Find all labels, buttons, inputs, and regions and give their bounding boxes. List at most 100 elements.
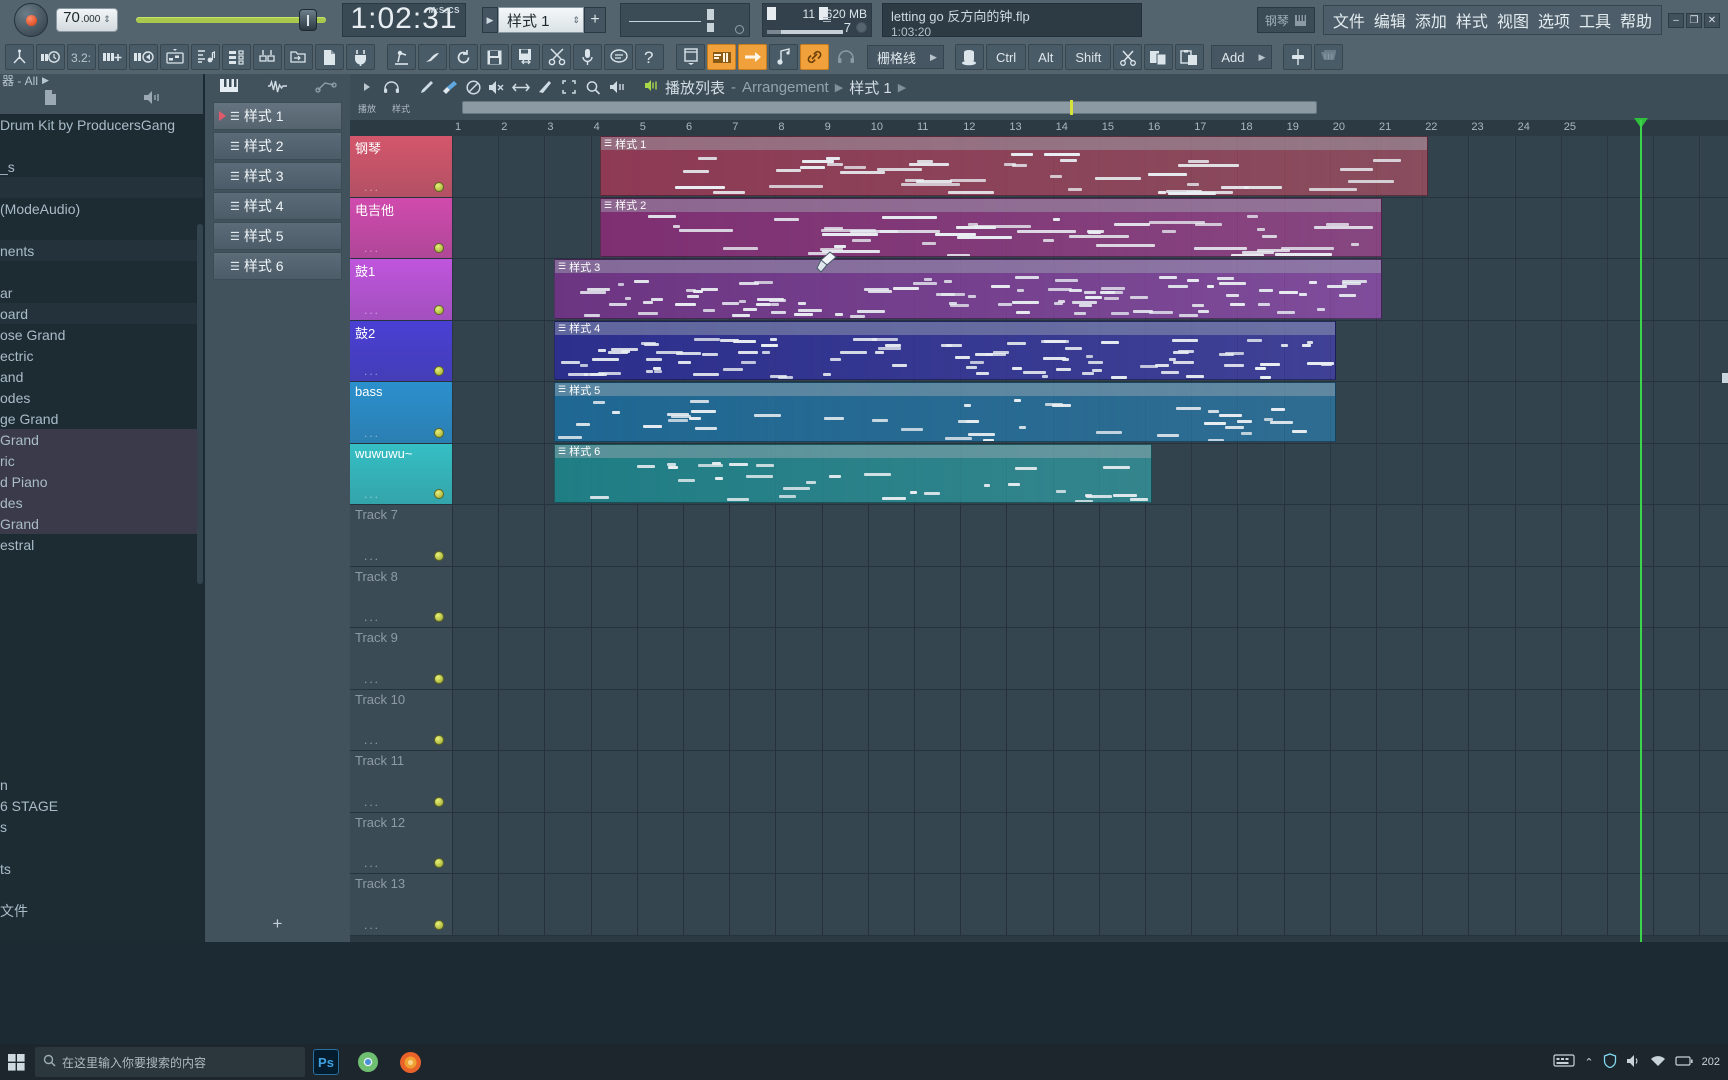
browser-item[interactable]: ric <box>0 450 203 471</box>
mute-tool-icon[interactable] <box>486 76 508 98</box>
window-icon[interactable] <box>676 44 705 70</box>
breadcrumb-arrangement[interactable]: Arrangement <box>742 79 829 96</box>
arrow-right-icon[interactable] <box>738 44 767 70</box>
clip-menu-icon[interactable]: ☰ <box>604 138 612 149</box>
maximize-button[interactable]: ❐ <box>1686 12 1702 28</box>
browser-item[interactable] <box>0 261 203 282</box>
pattern-item[interactable]: ☰ 样式 5 <box>213 222 342 250</box>
playlist-track[interactable]: Track 13... <box>350 874 1728 936</box>
trash-icon[interactable] <box>954 44 984 70</box>
track-enable-led[interactable] <box>434 919 444 930</box>
track-name[interactable]: bass <box>355 384 382 399</box>
browser-item[interactable]: nents <box>0 240 203 261</box>
browser-item[interactable]: des <box>0 492 203 513</box>
breadcrumb-pattern[interactable]: 样式 1 <box>849 77 892 98</box>
pitch-tool-icon[interactable] <box>5 44 34 70</box>
track-options-icon[interactable]: ... <box>364 856 380 870</box>
clip-menu-icon[interactable]: ☰ <box>558 323 566 334</box>
track-options-icon[interactable]: ... <box>364 733 380 747</box>
browser-item[interactable]: n <box>0 774 203 795</box>
breadcrumb-root[interactable]: 播放列表 <box>665 77 725 98</box>
playlist-track[interactable]: 鼓1... ☰ 样式 3 <box>350 259 1728 321</box>
playlist-track[interactable]: Track 10... <box>350 689 1728 751</box>
browser-item[interactable]: estral <box>0 534 203 555</box>
right-edge-handle[interactable] <box>1722 373 1728 383</box>
track-lane[interactable] <box>452 874 1728 936</box>
add-pattern-row[interactable]: + <box>205 914 350 934</box>
taskbar-app-photoshop[interactable]: Ps <box>305 1044 347 1080</box>
wait-input-icon[interactable] <box>129 44 158 70</box>
shop-icon[interactable] <box>1314 44 1344 70</box>
track-name[interactable]: Track 9 <box>355 630 398 645</box>
track-options-icon[interactable]: ... <box>364 672 380 686</box>
browser-item[interactable] <box>0 177 203 198</box>
menu-item-help[interactable]: 帮助 <box>1620 8 1652 32</box>
track-lane[interactable] <box>452 689 1728 751</box>
add-menu-button[interactable]: Add ▶ <box>1211 45 1273 69</box>
track-enable-led[interactable] <box>434 427 444 438</box>
track-lane[interactable]: ☰ 样式 3 <box>452 259 1728 321</box>
track-options-icon[interactable]: ... <box>364 303 380 317</box>
tempo-field[interactable]: 70 .000 ⇕ <box>56 8 118 32</box>
playlist-track[interactable]: Track 7... <box>350 505 1728 567</box>
track-enable-led[interactable] <box>434 673 444 684</box>
time-display[interactable]: 1:02:31 M:S:CS <box>342 2 466 37</box>
pattern-item[interactable]: ☰ 样式 2 <box>213 132 342 160</box>
playlist-menu-icon[interactable] <box>356 76 378 98</box>
pattern-list[interactable]: ☰ 样式 1 ☰ 样式 2 ☰ 样式 3 ☰ 样式 4 ☰ 样式 5 ☰ 样式 6 <box>205 102 350 280</box>
playback-tool-icon[interactable] <box>606 76 628 98</box>
track-options-icon[interactable]: ... <box>364 795 380 809</box>
track-lane[interactable]: ☰ 样式 6 <box>452 443 1728 505</box>
headphones-icon[interactable] <box>831 44 860 70</box>
track-lane[interactable] <box>452 751 1728 813</box>
master-volume-knob[interactable] <box>14 3 48 37</box>
track-enable-led[interactable] <box>434 796 444 807</box>
browser-item[interactable] <box>0 837 203 858</box>
track-enable-led[interactable] <box>434 550 444 561</box>
pattern-selector[interactable]: ▶ 样式 1 ⇕ + <box>482 7 606 33</box>
step-edit-icon[interactable] <box>191 44 220 70</box>
playlist-track[interactable]: Track 12... <box>350 812 1728 874</box>
pattern-clip[interactable]: ☰ 样式 5 <box>554 382 1336 442</box>
loop-record-icon[interactable] <box>36 44 65 70</box>
browser-item[interactable]: Grand <box>0 429 203 450</box>
browser-item[interactable]: 6 STAGE <box>0 795 203 816</box>
pan-reset-icon[interactable] <box>735 25 744 34</box>
clip-header[interactable]: ☰ 样式 5 <box>555 383 1335 397</box>
playlist-track[interactable]: Track 9... <box>350 628 1728 690</box>
draw-tool-icon[interactable] <box>414 76 436 98</box>
chevron-up-icon[interactable]: ⌃ <box>1584 1056 1593 1069</box>
alt-key-button[interactable]: Alt <box>1028 44 1064 70</box>
track-name[interactable]: Track 11 <box>355 753 404 768</box>
track-name[interactable]: Track 12 <box>355 815 405 830</box>
menu-item-add[interactable]: 添加 <box>1415 8 1447 32</box>
track-lane[interactable]: ☰ 样式 5 <box>452 382 1728 444</box>
browser-item[interactable]: d Piano <box>0 471 203 492</box>
pattern-item[interactable]: ☰ 样式 6 <box>213 252 342 280</box>
track-name[interactable]: Track 10 <box>355 692 405 707</box>
snap-selector[interactable]: 栅格线 ▶ <box>867 45 944 69</box>
browser-breadcrumb[interactable]: 器 - All ▶ <box>0 74 203 88</box>
start-button[interactable] <box>0 1044 32 1080</box>
track-header[interactable]: Track 12... <box>350 812 452 874</box>
scissors-icon[interactable] <box>1113 44 1143 70</box>
track-enable-led[interactable] <box>434 735 444 745</box>
track-header[interactable]: wuwuwu~... <box>350 443 452 505</box>
browser-item[interactable] <box>0 219 203 240</box>
playlist-track[interactable]: 钢琴... ☰ 样式 1 <box>350 136 1728 198</box>
pattern-clip[interactable]: ☰ 样式 3 <box>554 259 1382 319</box>
playlist-tracks[interactable]: 钢琴... ☰ 样式 1 电吉他... ☰ 样式 2 鼓1... ☰ 样式 3 鼓2... ☰ 样式 … <box>350 136 1728 942</box>
slip-tool-icon[interactable] <box>510 76 532 98</box>
close-button[interactable]: ✕ <box>1704 12 1720 28</box>
chevron-right-icon[interactable]: ▶ <box>42 75 49 86</box>
browser-item[interactable]: Drum Kit by ProducersGang <box>0 114 203 135</box>
channel-rack-picker[interactable]: ☰ 样式 1 ☰ 样式 2 ☰ 样式 3 ☰ 样式 4 ☰ 样式 5 ☰ 样式 6 + <box>205 74 350 942</box>
paste-icon[interactable] <box>1175 44 1205 70</box>
track-header[interactable]: Track 11... <box>350 751 452 813</box>
browser-file-list[interactable]: Drum Kit by ProducersGang _s (ModeAudio) ne… <box>0 114 203 555</box>
clip-header[interactable]: ☰ 样式 4 <box>555 321 1335 335</box>
taskbar-app-browser[interactable] <box>347 1044 389 1080</box>
playlist-icon[interactable] <box>707 44 736 70</box>
browser-item[interactable]: 文件 <box>0 900 203 921</box>
track-name[interactable]: 电吉他 <box>355 200 394 219</box>
